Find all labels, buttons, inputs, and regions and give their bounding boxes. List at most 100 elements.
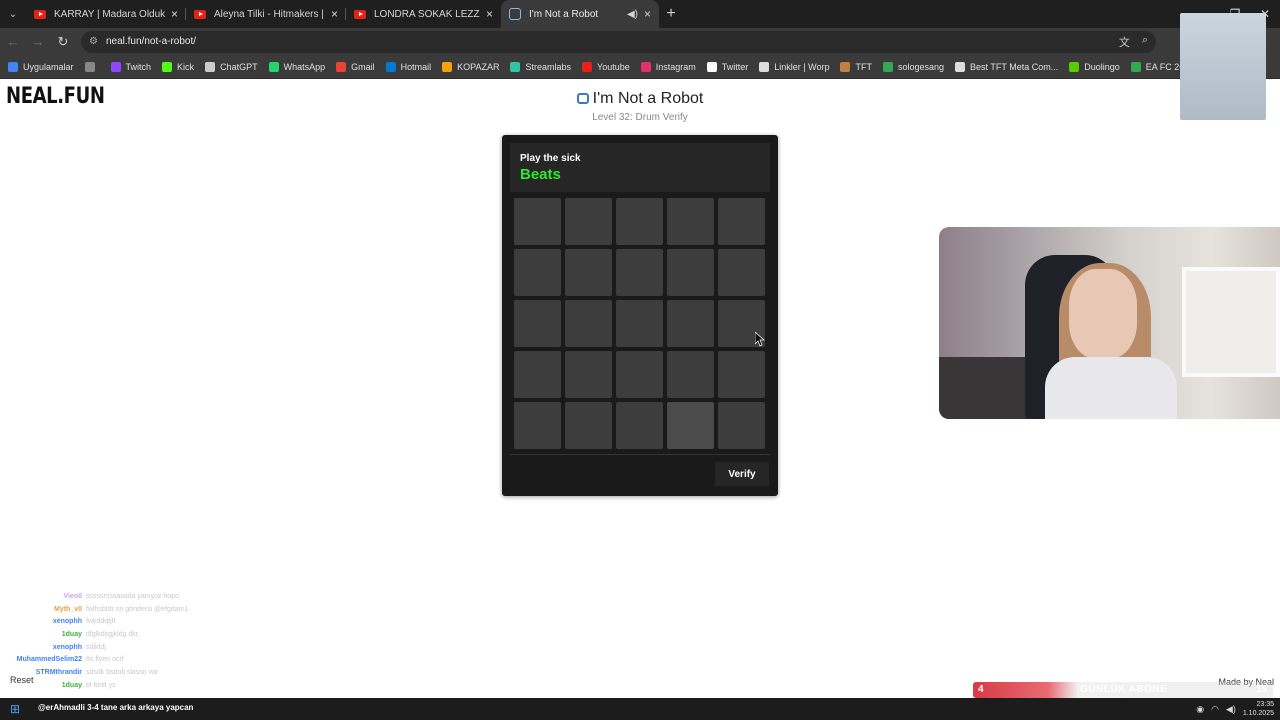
bookmark-label: Twitter <box>721 61 749 72</box>
drum-pad-r4-c3[interactable] <box>616 351 663 398</box>
close-icon[interactable]: × <box>644 7 651 21</box>
drum-pad-r2-c1[interactable] <box>514 249 561 296</box>
discord-icon[interactable]: ◉ <box>1196 704 1204 715</box>
drum-pad-r3-c3[interactable] <box>616 300 663 347</box>
windows-start-icon[interactable]: ⊞ <box>0 702 30 716</box>
translate-icon[interactable]: 文 <box>1119 34 1130 50</box>
close-icon[interactable]: × <box>486 7 493 21</box>
level-label: Level 32: Drum Verify <box>592 112 688 123</box>
drum-pad-r5-c2[interactable] <box>565 402 612 449</box>
bookmark-item[interactable]: ChatGPT <box>205 61 258 72</box>
bookmark-label: Twitch <box>125 61 152 72</box>
bookmark-item[interactable]: Gmail <box>336 61 375 72</box>
close-icon[interactable]: × <box>171 7 178 21</box>
youtube-icon <box>582 61 593 72</box>
bookmark-item[interactable]: WhatsApp <box>268 61 325 72</box>
bookmark-item[interactable]: Streamlabs <box>510 61 571 72</box>
chat-username: Vieo0 <box>63 592 82 600</box>
drum-pad-r4-c4[interactable] <box>667 351 714 398</box>
forward-arrow-icon[interactable]: → <box>26 30 50 54</box>
drum-pad-r5-c3[interactable] <box>616 402 663 449</box>
drum-pad-r1-c2[interactable] <box>565 198 612 245</box>
drum-pad-r1-c5[interactable] <box>718 198 765 245</box>
chat-username: STRMthrandir <box>35 668 82 676</box>
link-icon <box>759 61 770 72</box>
drum-pad-r5-c4[interactable] <box>667 402 714 449</box>
drum-pad-r5-c1[interactable] <box>514 402 561 449</box>
back-arrow-icon[interactable]: ← <box>1 30 25 54</box>
bookmark-label: Best TFT Meta Com... <box>970 61 1059 72</box>
new-tab-button[interactable]: + <box>659 0 683 28</box>
drum-pad-r4-c1[interactable] <box>514 351 561 398</box>
whatsapp-icon <box>268 61 279 72</box>
webcam-overlay <box>939 227 1280 419</box>
zoom-icon[interactable]: ⌕ <box>1142 34 1148 50</box>
speaker-icon[interactable]: ◀) <box>627 9 638 20</box>
drum-pad-r2-c4[interactable] <box>667 249 714 296</box>
kopazar-icon <box>442 61 453 72</box>
drum-pad-r1-c1[interactable] <box>514 198 561 245</box>
clock[interactable]: 23:35 1.10.2025 <box>1243 700 1274 718</box>
drum-pad-r4-c5[interactable] <box>718 351 765 398</box>
close-icon[interactable]: × <box>331 7 338 21</box>
grid-icon <box>84 61 95 72</box>
page-title-text: I'm Not a Robot <box>592 90 704 107</box>
bookmark-label: Duolingo <box>1084 61 1120 72</box>
chat-username: MuhammedSelim22 <box>16 656 82 664</box>
tab-aleyna[interactable]: Aleyna Tilki - Hitmakers | Arem × <box>186 0 346 28</box>
drum-pad-r5-c5[interactable] <box>718 402 765 449</box>
chat-username: 1duay <box>61 681 82 689</box>
drum-pad-r3-c4[interactable] <box>667 300 714 347</box>
reload-icon[interactable]: ↻ <box>51 30 75 54</box>
browser-toolbar: ← → ↻ ⚙ neal.fun/not-a-robot/ 文 ⌕ <box>0 28 1280 55</box>
chat-text: dfglkdsgjkldg dkr, <box>86 630 140 638</box>
drum-pad-r2-c5[interactable] <box>718 249 765 296</box>
drum-pad-r2-c3[interactable] <box>616 249 663 296</box>
bookmark-item[interactable]: Linkler | Worp <box>759 61 830 72</box>
tab-search-chevron-icon[interactable]: ⌄ <box>0 0 26 28</box>
address-bar[interactable]: ⚙ neal.fun/not-a-robot/ 文 ⌕ <box>81 30 1156 53</box>
tft-icon <box>840 61 851 72</box>
drum-pad-r3-c2[interactable] <box>565 300 612 347</box>
drum-pad-r1-c3[interactable] <box>616 198 663 245</box>
bookmark-label: Linkler | Worp <box>774 61 830 72</box>
chat-message: 1duay dfglkdsgjkldg dkr, <box>0 628 260 641</box>
bookmark-item[interactable]: Kick <box>162 61 194 72</box>
bookmark-item[interactable]: KOPAZAR <box>442 61 499 72</box>
chat-message: STRMthrandir sdsdk bsdofj slasso var <box>0 666 260 679</box>
bookmark-item[interactable]: sologesang <box>882 61 944 72</box>
volume-icon[interactable]: ◀) <box>1226 704 1236 715</box>
chat-text: sssssrsssasada yanıyoz hopo <box>86 592 179 600</box>
bookmark-label: Gmail <box>351 61 375 72</box>
sub-value: 15 <box>1255 684 1267 695</box>
chat-message: Vieo0 sssssrsssasada yanıyoz hopo <box>0 590 260 603</box>
tab-not-a-robot[interactable]: I'm Not a Robot ◀) × <box>501 0 659 28</box>
bookmark-label: TFT <box>855 61 872 72</box>
chat-username: xenophh <box>52 618 82 626</box>
verify-button[interactable]: Verify <box>715 462 769 486</box>
bookmark-item[interactable]: Duolingo <box>1069 61 1120 72</box>
bookmark-item[interactable]: Best TFT Meta Com... <box>955 61 1059 72</box>
bookmark-item[interactable]: TFT <box>840 61 872 72</box>
chat-message: xenophh fwkddqtjfl <box>0 615 260 628</box>
wifi-icon[interactable]: ◠ <box>1211 704 1219 715</box>
drum-pad-r4-c2[interactable] <box>565 351 612 398</box>
drum-pad-r3-c1[interactable] <box>514 300 561 347</box>
drum-pad-grid <box>514 198 765 449</box>
bookmark-item[interactable]: Instagram <box>640 61 696 72</box>
tab-karray[interactable]: KARRAY | Madara Olduk #577 - × <box>26 0 186 28</box>
site-info-icon[interactable]: ⚙ <box>89 36 98 47</box>
bookmark-item[interactable]: Twitch <box>110 61 152 72</box>
bookmark-item[interactable]: Uygulamalar <box>8 61 74 72</box>
bookmark-item[interactable] <box>84 61 100 72</box>
captcha-header: Play the sick Beats <box>510 143 770 192</box>
bookmark-item[interactable]: Youtube <box>582 61 630 72</box>
streamlabs-icon <box>510 61 521 72</box>
bookmark-label: Uygulamalar <box>23 61 74 72</box>
drum-pad-r1-c4[interactable] <box>667 198 714 245</box>
youtube-icon <box>194 9 206 19</box>
bookmark-item[interactable]: Twitter <box>706 61 749 72</box>
tab-londra[interactable]: LONDRA SOKAK LEZZETLERİNİ × <box>346 0 501 28</box>
drum-pad-r2-c2[interactable] <box>565 249 612 296</box>
bookmark-item[interactable]: Hotmail <box>385 61 431 72</box>
